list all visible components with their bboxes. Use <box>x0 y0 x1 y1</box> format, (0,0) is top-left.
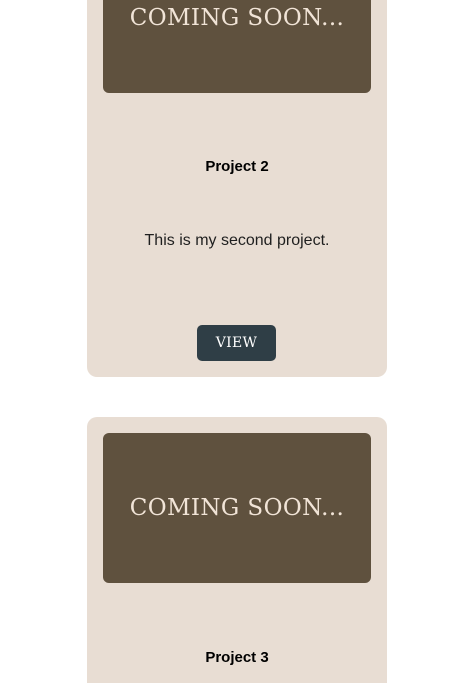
project-title: Project 3 <box>205 649 269 666</box>
view-project-button[interactable]: VIEW <box>197 325 276 361</box>
project-thumbnail: COMING SOON... <box>103 0 371 93</box>
project-thumbnail: COMING SOON... <box>103 433 371 583</box>
project-title: Project 2 <box>205 158 269 175</box>
project-card-2: COMING SOON... Project 2 This is my seco… <box>87 0 387 377</box>
project-description: This is my second project. <box>144 232 330 249</box>
projects-page: COMING SOON... Project 2 This is my seco… <box>0 0 476 683</box>
project-card-3: COMING SOON... Project 3 <box>87 417 387 683</box>
